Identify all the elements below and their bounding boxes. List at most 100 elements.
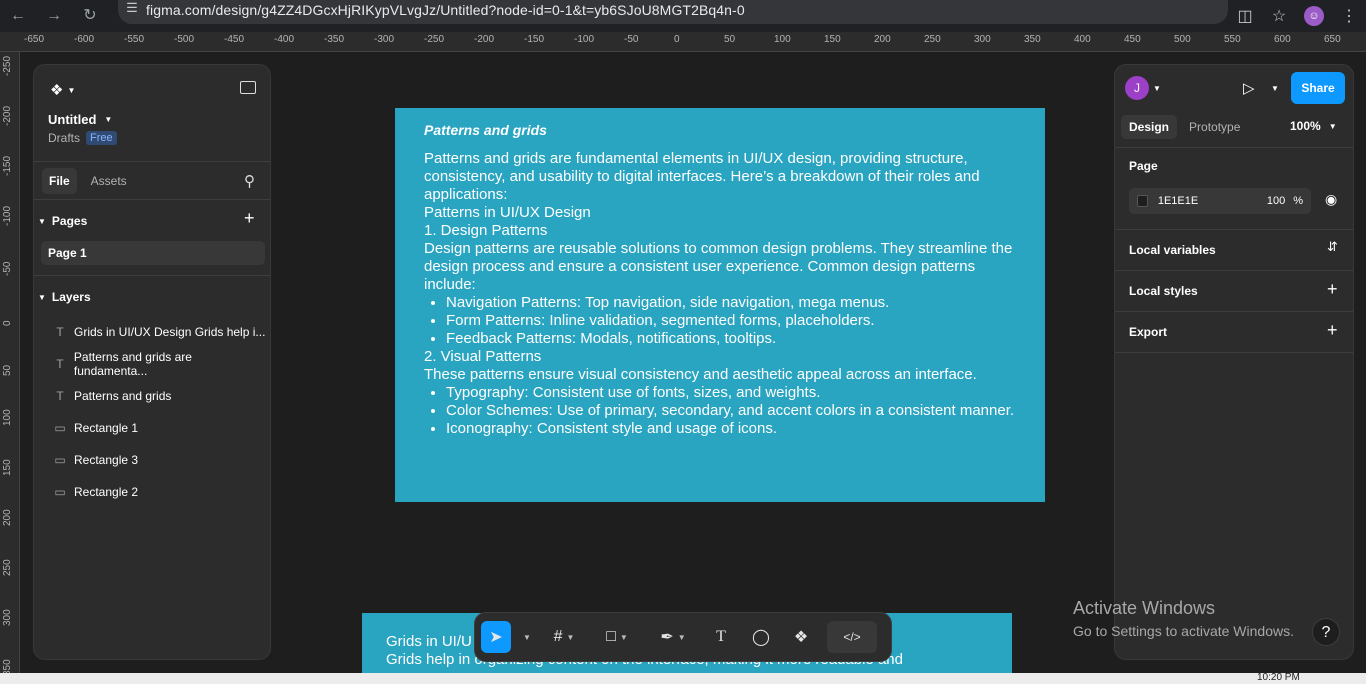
list-item[interactable]: Iconography: Consistent style and usage …	[446, 420, 1016, 438]
list-item[interactable]: Feedback Patterns: Modals, notifications…	[446, 330, 1016, 348]
frame-list: Navigation Patterns: Top navigation, sid…	[446, 294, 1016, 348]
plan-badge: Free	[86, 131, 117, 145]
help-icon: ?	[1321, 624, 1331, 641]
variables-icon[interactable]: ⇵	[1327, 239, 1338, 255]
comment-tool-button[interactable]: ◯	[741, 621, 781, 653]
file-location[interactable]: Drafts	[48, 131, 80, 145]
clock[interactable]: 10:20 PM	[1257, 673, 1300, 683]
user-avatar[interactable]: J	[1125, 76, 1149, 100]
page-color-field[interactable]: 1E1E1E 100 %	[1129, 188, 1311, 214]
address-bar[interactable]: ☰ figma.com/design/g4ZZ4DGcxHjRIKypVLvgJ…	[118, 0, 1228, 24]
layer-item[interactable]: ▭ Rectangle 2	[48, 479, 268, 505]
frame-tool-button[interactable]: # ▼	[539, 621, 589, 653]
frame-title[interactable]: Patterns and grids	[424, 122, 1016, 138]
list-item[interactable]: Form Patterns: Inline validation, segmen…	[446, 312, 1016, 330]
search-icon[interactable]: ⚲	[244, 172, 255, 190]
chevron-down-icon[interactable]: ▼	[1271, 84, 1279, 93]
page-color-value[interactable]: 1E1E1E	[1158, 195, 1255, 207]
taskbar: 10:20 PM	[0, 673, 1366, 684]
ruler-tick-label: 200	[874, 34, 891, 45]
move-tool-menu[interactable]: ▼	[511, 621, 539, 653]
sidebar-toggle-icon[interactable]	[240, 81, 256, 94]
tab-assets[interactable]: Assets	[77, 168, 141, 194]
reload-icon[interactable]: ↻	[72, 6, 108, 26]
rectangle-layer-icon: ▭	[54, 421, 66, 435]
layer-item[interactable]: T Grids in UI/UX Design Grids help i...	[48, 319, 268, 345]
chevron-down-icon[interactable]: ▼	[1153, 84, 1161, 93]
list-item[interactable]: Color Schemes: Use of primary, secondary…	[446, 402, 1016, 420]
ruler-tick-label: -50	[2, 261, 13, 276]
back-icon[interactable]: ←	[0, 6, 36, 26]
frame-subheading[interactable]: 2. Visual Patterns	[424, 348, 1016, 366]
local-variables-label[interactable]: Local variables	[1129, 243, 1216, 257]
zoom-control[interactable]: 100% ▼	[1290, 119, 1337, 133]
layer-label: Rectangle 1	[74, 421, 139, 435]
shape-tool-button[interactable]: □ ▼	[589, 621, 645, 653]
actions-button[interactable]: ❖	[781, 621, 821, 653]
figma-logo-icon[interactable]: ❖	[50, 81, 63, 99]
layer-label: Rectangle 2	[74, 485, 139, 499]
page-item[interactable]: Page 1	[41, 241, 265, 265]
no-image-icon[interactable]: ◫	[1228, 6, 1262, 26]
add-export-icon[interactable]: +	[1327, 320, 1338, 341]
ruler-tick-label: 200	[2, 509, 13, 526]
export-label[interactable]: Export	[1129, 325, 1167, 339]
pen-icon: ✒	[660, 629, 674, 646]
ruler-tick-label: 450	[1124, 34, 1141, 45]
list-item[interactable]: Typography: Consistent use of fonts, siz…	[446, 384, 1016, 402]
ruler-tick-label: 0	[674, 34, 680, 45]
frame-paragraph[interactable]: These patterns ensure visual consistency…	[424, 366, 1016, 384]
page-opacity-value[interactable]: 100	[1255, 195, 1285, 207]
chevron-down-icon[interactable]: ▼	[104, 115, 112, 124]
ruler-tick-label: -100	[574, 34, 595, 45]
canvas-frame-patterns[interactable]: Patterns and grids Patterns and grids ar…	[395, 108, 1045, 502]
ruler-tick-label: -400	[274, 34, 295, 45]
bookmark-star-icon[interactable]: ☆	[1262, 6, 1296, 26]
layer-label: Rectangle 3	[74, 453, 139, 467]
ruler-tick-label: 300	[974, 34, 991, 45]
share-button[interactable]: Share	[1291, 72, 1345, 104]
comment-icon: ◯	[752, 629, 770, 646]
text-tool-button[interactable]: T	[701, 621, 741, 653]
tab-design[interactable]: Design	[1121, 115, 1178, 139]
ruler-tick-label: -600	[74, 34, 95, 45]
frame-heading[interactable]: Patterns in UI/UX Design	[424, 204, 1016, 222]
frame-paragraph[interactable]: Design patterns are reusable solutions t…	[424, 240, 1016, 294]
list-item[interactable]: Navigation Patterns: Top navigation, sid…	[446, 294, 1016, 312]
main-menu[interactable]: ❖ ▼	[50, 81, 75, 99]
url-text[interactable]: figma.com/design/g4ZZ4DGcxHjRIKypVLvgJz/…	[146, 2, 745, 18]
chevron-down-icon: ▼	[67, 85, 76, 95]
eye-icon[interactable]: ◉	[1325, 191, 1337, 208]
dev-mode-toggle[interactable]: </>	[827, 621, 877, 653]
present-icon[interactable]: ▷	[1243, 79, 1255, 97]
left-panel: ❖ ▼ Untitled ▼ Drafts Free File Assets ⚲…	[33, 64, 271, 660]
chevron-down-icon[interactable]: ▼	[38, 293, 46, 302]
frame-subheading[interactable]: 1. Design Patterns	[424, 222, 1016, 240]
layer-item[interactable]: T Patterns and grids are fundamenta...	[48, 350, 268, 378]
forward-icon[interactable]: →	[36, 6, 72, 26]
components-icon: ❖	[793, 629, 809, 646]
ruler-tick-label: 500	[1174, 34, 1191, 45]
file-name[interactable]: Untitled	[48, 112, 96, 127]
tab-prototype[interactable]: Prototype	[1177, 115, 1252, 139]
layer-item[interactable]: ▭ Rectangle 3	[48, 447, 268, 473]
pen-tool-button[interactable]: ✒ ▼	[645, 621, 701, 653]
layer-item[interactable]: ▭ Rectangle 1	[48, 415, 268, 441]
tab-file[interactable]: File	[42, 168, 77, 194]
chevron-down-icon[interactable]: ▼	[38, 217, 46, 226]
chevron-down-icon: ▼	[677, 632, 686, 642]
move-tool-button[interactable]: ➤	[481, 621, 511, 653]
percent-label: %	[1293, 195, 1303, 207]
ruler-horizontal: -650 -600 -550 -500 -450 -400 -350 -300 -250 -200…	[0, 32, 1366, 52]
browser-menu-icon[interactable]: ⋮	[1332, 6, 1366, 26]
frame-intro[interactable]: Patterns and grids are fundamental eleme…	[424, 150, 1016, 204]
local-styles-label[interactable]: Local styles	[1129, 284, 1198, 298]
site-info-icon[interactable]: ☰	[118, 0, 146, 20]
add-style-icon[interactable]: +	[1327, 279, 1338, 300]
right-panel: J ▼ ▷ ▼ Design Prototype 100% ▼ Page 1E1…	[1114, 64, 1354, 660]
profile-avatar[interactable]: ☺	[1304, 6, 1324, 26]
color-swatch[interactable]	[1137, 195, 1148, 207]
add-page-icon[interactable]: +	[244, 208, 255, 229]
layer-item[interactable]: T Patterns and grids	[48, 383, 268, 409]
help-button[interactable]: ?	[1312, 618, 1340, 646]
